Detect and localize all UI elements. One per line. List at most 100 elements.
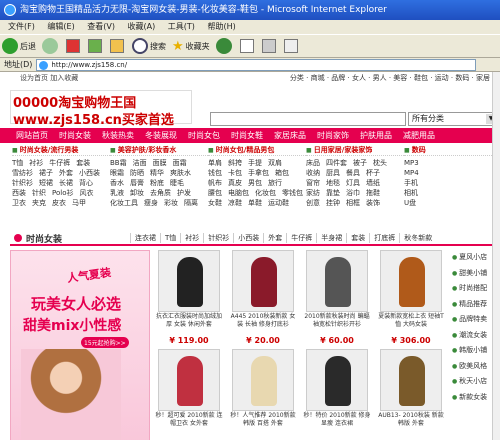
- nav-item-0[interactable]: 网站首页: [16, 130, 48, 141]
- history-button[interactable]: [215, 38, 234, 54]
- category-link[interactable]: 卫衣: [12, 199, 26, 207]
- category-link[interactable]: 手机: [404, 179, 418, 187]
- category-link[interactable]: 精华: [150, 169, 164, 177]
- category-link[interactable]: 背心: [79, 179, 93, 187]
- section-tab[interactable]: 秋冬新款: [399, 233, 436, 243]
- category-link[interactable]: 眼霜: [110, 169, 124, 177]
- product-card[interactable]: 秒！超可爱 2010新款 连帽卫衣 女外套: [152, 349, 226, 435]
- product-image[interactable]: [158, 250, 220, 312]
- category-link[interactable]: 手拿包: [248, 169, 269, 177]
- section-tab[interactable]: 牛仔裤: [286, 233, 316, 243]
- category-link[interactable]: 四件套: [326, 159, 347, 167]
- section-tab[interactable]: 针织衫: [203, 233, 233, 243]
- category-link[interactable]: 皮衣: [52, 199, 66, 207]
- product-title[interactable]: A445 2010秋装新款 女装 长袖 修身打底衫: [226, 312, 300, 336]
- category-link[interactable]: 衬衫: [29, 159, 43, 167]
- section-tab[interactable]: 衬衫: [180, 233, 203, 243]
- print-button[interactable]: [261, 39, 278, 53]
- category-heading[interactable]: 数码: [404, 145, 500, 156]
- product-image[interactable]: [306, 349, 368, 411]
- section-tab[interactable]: T恤: [160, 233, 180, 243]
- nav-item-5[interactable]: 时尚女鞋: [231, 130, 263, 141]
- address-input[interactable]: http://www.zjs158.cn/: [36, 58, 477, 71]
- category-link[interactable]: T恤: [12, 159, 23, 167]
- category-link[interactable]: 斜挎: [228, 159, 242, 167]
- category-link[interactable]: 男包: [248, 179, 262, 187]
- category-link[interactable]: 相框: [346, 199, 360, 207]
- category-link[interactable]: 化妆工具: [110, 199, 138, 207]
- category-link[interactable]: 浴巾: [346, 189, 360, 197]
- product-image[interactable]: [306, 250, 368, 312]
- product-title[interactable]: 秒！超可爱 2010新款 连帽卫衣 女外套: [152, 411, 226, 435]
- category-link[interactable]: 箱包: [275, 169, 289, 177]
- section-tab[interactable]: 打底裤: [369, 233, 399, 243]
- product-card[interactable]: AUB13- 2010秋装 新款 韩版 外套: [374, 349, 448, 435]
- category-link[interactable]: 窗帘: [306, 179, 320, 187]
- category-link[interactable]: 长裙: [59, 179, 73, 187]
- category-link[interactable]: 小西装: [79, 169, 100, 177]
- category-link[interactable]: 餐具: [346, 169, 360, 177]
- category-heading[interactable]: 时尚女装/流行男装: [12, 145, 110, 156]
- category-link[interactable]: 睫毛: [170, 179, 184, 187]
- section-tab[interactable]: 外套: [263, 233, 286, 243]
- category-link[interactable]: 短裙: [39, 179, 53, 187]
- category-link[interactable]: 去角质: [150, 189, 171, 197]
- stop-button[interactable]: [66, 39, 82, 53]
- category-link[interactable]: 厨具: [326, 169, 340, 177]
- category-link[interactable]: 双肩: [268, 159, 282, 167]
- category-link[interactable]: U盘: [404, 199, 416, 207]
- nav-item-7[interactable]: 时尚家饰: [317, 130, 349, 141]
- category-link[interactable]: 粉底: [150, 179, 164, 187]
- category-link[interactable]: 卸妆: [130, 189, 144, 197]
- search-input[interactable]: [210, 112, 406, 126]
- top-links-left[interactable]: 设为首页 加入收藏: [20, 73, 78, 84]
- product-title[interactable]: 2010新款秋装时尚 蝙蝠袖宽松针织衫开衫: [300, 312, 374, 336]
- product-title[interactable]: AUB13- 2010秋装 新款 韩版 外套: [374, 411, 448, 435]
- nav-item-4[interactable]: 时尚女包: [188, 130, 220, 141]
- category-link[interactable]: 洁面: [133, 159, 147, 167]
- category-link[interactable]: 零钱包: [282, 189, 303, 197]
- category-link[interactable]: 唇膏: [130, 179, 144, 187]
- category-link[interactable]: 运动鞋: [268, 199, 289, 207]
- category-heading[interactable]: 美容护肤/彩妆香水: [110, 145, 208, 156]
- category-link[interactable]: 腰包: [208, 189, 222, 197]
- category-link[interactable]: 钱包: [208, 169, 222, 177]
- category-heading[interactable]: 时尚女包/精品男包: [208, 145, 306, 156]
- page-scrollbar[interactable]: [492, 72, 500, 440]
- category-link[interactable]: Polo衫: [52, 189, 73, 197]
- product-image[interactable]: [232, 349, 294, 411]
- category-link[interactable]: 护发: [177, 189, 191, 197]
- category-link[interactable]: 隔离: [184, 199, 198, 207]
- category-heading[interactable]: 日用家居/家装家饰: [306, 145, 404, 156]
- nav-item-3[interactable]: 冬装展现: [145, 130, 177, 141]
- category-link[interactable]: 面膜: [153, 159, 167, 167]
- product-card[interactable]: 抗衣汇衣服装时尚加绒加厚 女装 休闲外套 ¥ 119.00: [152, 250, 226, 345]
- category-link[interactable]: 凉鞋: [228, 199, 242, 207]
- category-link[interactable]: 单肩: [208, 159, 222, 167]
- top-links-right[interactable]: 分类 · 商城 · 品牌 · 女人 · 男人 · 美容 · 鞋包 · 运动 · …: [290, 73, 490, 84]
- category-link[interactable]: 牛仔裤: [49, 159, 70, 167]
- product-image[interactable]: [380, 250, 442, 312]
- category-link[interactable]: 单鞋: [248, 199, 262, 207]
- category-link[interactable]: 卡包: [228, 169, 242, 177]
- product-title[interactable]: 夏装新款宽松上衣 短袖T恤 大码女装: [374, 312, 448, 336]
- category-link[interactable]: 裙子: [39, 169, 53, 177]
- product-title[interactable]: 抗衣汇衣服装时尚加绒加厚 女装 休闲外套: [152, 312, 226, 336]
- category-select[interactable]: 所有分类 ▼: [408, 112, 498, 126]
- category-link[interactable]: MP4: [404, 169, 419, 177]
- menu-view[interactable]: 查看(V): [87, 22, 115, 31]
- category-link[interactable]: MP3: [404, 159, 419, 167]
- nav-item-6[interactable]: 家居床品: [274, 130, 306, 141]
- forward-button[interactable]: [42, 38, 60, 54]
- category-link[interactable]: 拖鞋: [366, 189, 380, 197]
- promo-banner[interactable]: 人气夏装 玩美女人必选 甜美mix小性感 15元起抢购>>: [10, 250, 150, 440]
- product-image[interactable]: [232, 250, 294, 312]
- category-link[interactable]: 地毯: [326, 179, 340, 187]
- nav-item-8[interactable]: 护肤用品: [360, 130, 392, 141]
- category-link[interactable]: 相机: [404, 189, 418, 197]
- category-link[interactable]: 爽肤水: [170, 169, 191, 177]
- nav-item-9[interactable]: 减肥用品: [403, 130, 435, 141]
- product-card[interactable]: 秒！特价 2010新款 修身显瘦 连衣裙: [300, 349, 374, 435]
- product-image[interactable]: [380, 349, 442, 411]
- category-link[interactable]: 马甲: [72, 199, 86, 207]
